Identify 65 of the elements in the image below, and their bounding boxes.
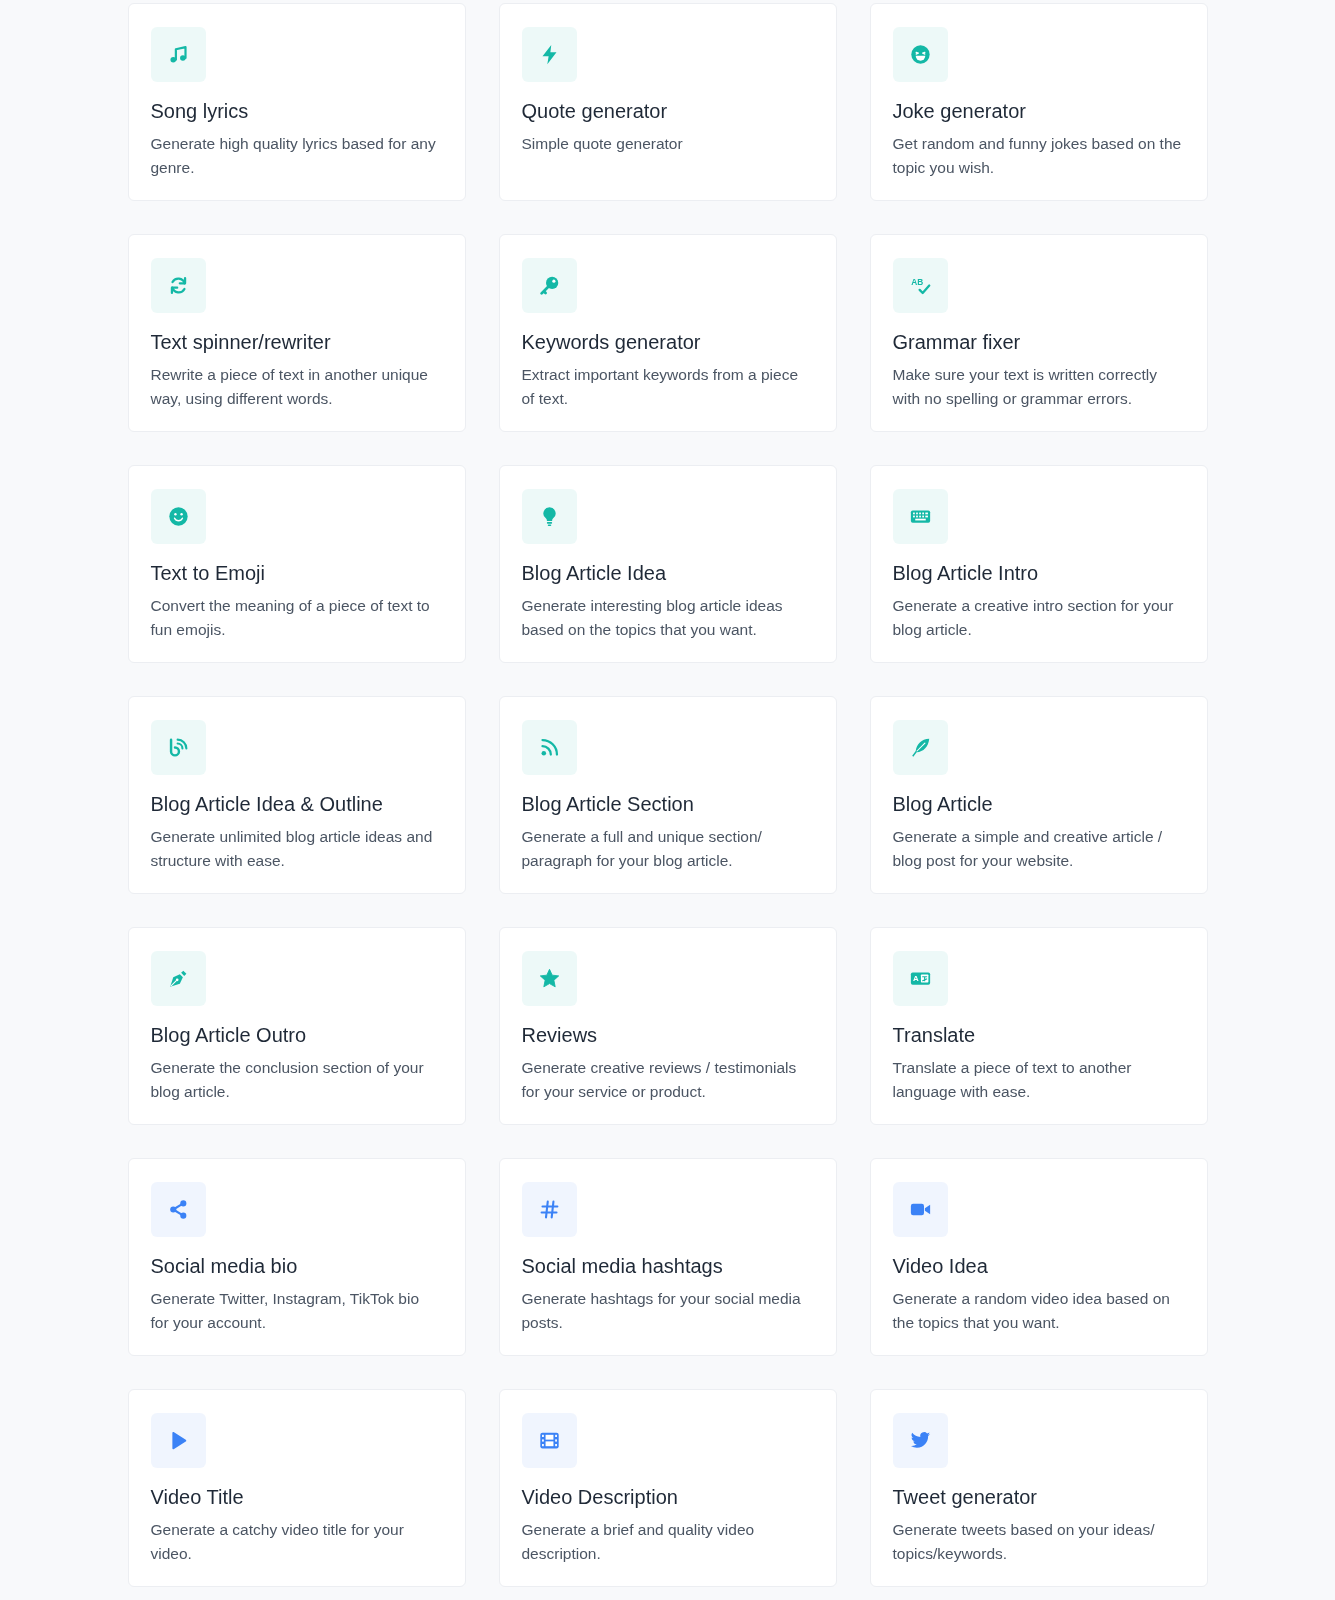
tool-card[interactable]: Social media hashtags Generate hashtags for your social media posts. — [498, 1158, 837, 1356]
tool-card[interactable]: Text to Emoji Convert the meaning of a piece of text to fun emojis. — [127, 465, 466, 663]
tool-card[interactable]: Tweet generator Generate tweets based on your ideas/ topics/keywords. — [869, 1389, 1208, 1587]
card-description: Get random and funny jokes based on the topic you wish. — [892, 134, 1182, 178]
tool-card[interactable]: Quote generator Simple quote generator — [498, 3, 837, 201]
card-title: Keywords generator — [521, 330, 701, 355]
card-description: Generate tweets based on your ideas/ topics/keywords. — [892, 1520, 1156, 1564]
card-description: Generate a creative intro section for your blog article. — [892, 596, 1175, 640]
tool-card[interactable]: A Translate Translate a piece of text to another language with ease. — [869, 927, 1208, 1125]
card-description: Translate a piece of text to another language with ease. — [892, 1058, 1133, 1102]
card-title: Tweet generator — [892, 1485, 1038, 1510]
card-description: Generate creative reviews / testimonials for your service or product. — [521, 1058, 798, 1102]
tool-card[interactable]: Blog Article Idea Generate interesting blog article ideas based on the topics that you want. — [498, 465, 837, 663]
tool-card[interactable]: Blog Article Intro Generate a creative intro section for your blog article. — [869, 465, 1208, 663]
card-description: Extract important keywords from a piece of text. — [521, 365, 800, 409]
card-description: Generate unlimited blog article ideas and structure with ease. — [150, 827, 434, 871]
card-title: Video Description — [521, 1485, 678, 1510]
tool-card[interactable]: Song lyrics Generate high quality lyrics based for any genre. — [127, 3, 466, 201]
card-description: Generate a simple and creative article / blog post for your website. — [892, 827, 1164, 871]
card-title: Quote generator — [521, 99, 668, 124]
card-title: Video Idea — [892, 1254, 988, 1279]
card-title: Blog Article Idea & Outline — [150, 792, 383, 817]
card-description: Make sure your text is written correctly with no spelling or grammar errors. — [892, 365, 1158, 409]
card-title: Joke generator — [892, 99, 1026, 124]
card-description: Generate a brief and quality video description. — [521, 1520, 756, 1564]
tool-card[interactable]: Blog Article Generate a simple and creative article / blog post for your website. — [869, 696, 1208, 894]
card-title: Blog Article Idea — [521, 561, 667, 586]
tool-card[interactable]: Blog Article Outro Generate the conclusion section of your blog article. — [127, 927, 466, 1125]
card-title: Blog Article Section — [521, 792, 694, 817]
tool-card[interactable]: Video Description Generate a brief and quality video description. — [498, 1389, 837, 1587]
spell-check-icon: AB — [892, 258, 948, 313]
tool-card[interactable]: Blog Article Idea & Outline Generate unlimited blog article ideas and structure with ease. — [127, 696, 466, 894]
card-description: Convert the meaning of a piece of text to fun emojis. — [150, 596, 431, 640]
tool-card[interactable]: Reviews Generate creative reviews / testimonials for your service or product. — [498, 927, 837, 1125]
card-title: Blog Article Outro — [150, 1023, 307, 1048]
card-title: Social media bio — [150, 1254, 298, 1279]
card-title: Reviews — [521, 1023, 598, 1048]
card-title: Social media hashtags — [521, 1254, 723, 1279]
card-title: Text spinner/rewriter — [150, 330, 331, 355]
card-description: Rewrite a piece of text in another unique way, using different words. — [150, 365, 429, 409]
card-title: Blog Article — [892, 792, 993, 817]
card-title: Translate — [892, 1023, 976, 1048]
card-title: Text to Emoji — [150, 561, 265, 586]
card-description: Generate Twitter, Instagram, TikTok bio for your account. — [150, 1289, 420, 1333]
card-description: Generate the conclusion section of your blog article. — [150, 1058, 425, 1102]
tool-card[interactable]: Video Idea Generate a random video idea based on the topics that you want. — [869, 1158, 1208, 1356]
translate-icon: A — [892, 951, 948, 1006]
tool-card[interactable]: Social media bio Generate Twitter, Instagram, TikTok bio for your account. — [127, 1158, 466, 1356]
card-title: Video Title — [150, 1485, 244, 1510]
card-description: Generate a random video idea based on the topics that you want. — [892, 1289, 1171, 1333]
tool-card[interactable]: Text spinner/rewriter Rewrite a piece of text in another unique way, using different words. — [127, 234, 466, 432]
tool-card[interactable]: Blog Article Section Generate a full and unique section/ paragraph for your blog article. — [498, 696, 837, 894]
card-description: Generate a catchy video title for your video. — [150, 1520, 405, 1564]
card-title: Blog Article Intro — [892, 561, 1039, 586]
tool-card[interactable]: Joke generator Get random and funny jokes based on the topic you wish. — [869, 3, 1208, 201]
card-title: Song lyrics — [150, 99, 249, 124]
card-description: Generate hashtags for your social media posts. — [521, 1289, 802, 1333]
card-title: Grammar fixer — [892, 330, 1021, 355]
card-description: Simple quote generator — [521, 134, 684, 154]
tool-card[interactable]: Video Title Generate a catchy video title for your video. — [127, 1389, 466, 1587]
card-description: Generate interesting blog article ideas based on the topics that you want. — [521, 596, 784, 640]
tool-card[interactable]: AB Grammar fixer Make sure your text is written correctly with no spelling or grammar errors. — [869, 234, 1208, 432]
card-description: Generate a full and unique section/ paragraph for your blog article. — [521, 827, 763, 871]
tool-card[interactable]: Keywords generator Extract important keywords from a piece of text. — [498, 234, 837, 432]
card-description: Generate high quality lyrics based for any genre. — [150, 134, 437, 178]
